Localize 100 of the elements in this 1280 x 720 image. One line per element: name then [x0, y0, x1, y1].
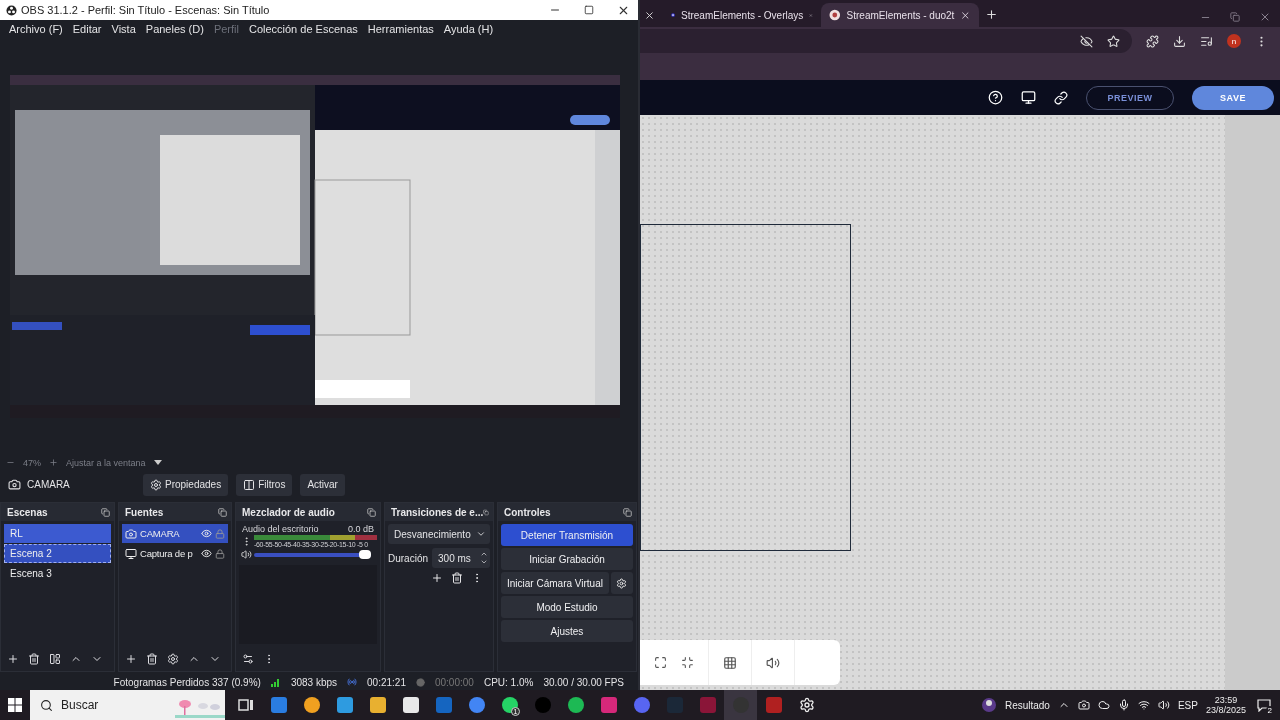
clock[interactable]: 23:59 23/8/2025	[1205, 695, 1246, 715]
undock-icon[interactable]	[622, 507, 632, 517]
app-icon[interactable]	[335, 696, 354, 714]
panel-title: Mezclador de audio	[242, 506, 335, 518]
control-button[interactable]: Detener Transmisión	[501, 524, 633, 546]
source-item[interactable]: Captura de p	[122, 544, 228, 563]
panel-icon[interactable]	[49, 653, 61, 665]
grid-icon[interactable]	[723, 655, 737, 670]
menu-item[interactable]: Archivo (F)	[4, 23, 68, 35]
add-icon[interactable]	[431, 572, 443, 584]
scene-item[interactable]: Escena 2	[4, 544, 111, 563]
panel-title: Fuentes	[125, 506, 164, 518]
camera-icon	[125, 527, 137, 540]
monitor-icon	[125, 547, 137, 560]
control-button[interactable]: Ajustes	[501, 620, 633, 642]
caret-icon[interactable]	[153, 459, 162, 466]
source-label: Captura de p	[140, 548, 194, 559]
app-icon[interactable]	[401, 696, 420, 714]
browser-tab[interactable]: StreamElements - duo2t	[821, 3, 979, 27]
source-label: CAMARA	[140, 528, 181, 539]
undock-icon[interactable]	[101, 507, 110, 517]
chevron-down-icon	[476, 529, 486, 539]
undock-icon[interactable]	[483, 507, 489, 517]
toolbar-button[interactable]: Activar	[300, 473, 345, 496]
toolbar-button[interactable]: Propiedades	[143, 473, 229, 496]
windows-icon[interactable]	[8, 698, 22, 712]
eye-off-icon[interactable]	[1080, 34, 1093, 48]
star-icon[interactable]	[1107, 34, 1120, 48]
close-icon[interactable]	[644, 10, 655, 21]
dropped-frames: Fotogramas Perdidos 337 (0.9%)	[113, 676, 261, 688]
trash-icon[interactable]	[451, 572, 463, 584]
fit-window-option[interactable]: Ajustar a la ventana	[66, 457, 146, 468]
app-icon[interactable]	[500, 696, 519, 714]
fullscreen-icon[interactable]	[654, 656, 667, 669]
scene-item[interactable]: RL	[4, 524, 111, 543]
browser-tab[interactable]: StreamElements - Overlays	[663, 3, 821, 27]
panel-title: Controles	[504, 506, 551, 518]
download-icon[interactable]	[1173, 34, 1186, 48]
source-item[interactable]: CAMARA	[122, 524, 228, 543]
speaker-icon[interactable]	[766, 655, 780, 670]
control-button[interactable]: Iniciar Cámara Virtual	[501, 572, 609, 594]
stream-time: 00:21:21	[367, 676, 406, 688]
volume-slider[interactable]	[254, 552, 371, 557]
camera-icon[interactable]	[1077, 699, 1090, 711]
chevron-down-icon[interactable]	[480, 558, 488, 566]
app-icon[interactable]	[368, 696, 387, 714]
duration-field[interactable]: 300 ms	[432, 548, 490, 568]
help-icon[interactable]	[988, 90, 1003, 105]
eye-icon[interactable]	[201, 528, 212, 539]
add-icon[interactable]	[7, 653, 19, 665]
speaker-icon[interactable]	[1157, 699, 1170, 711]
link-icon[interactable]	[1054, 90, 1068, 105]
control-button[interactable]: Iniciar Grabación	[501, 548, 633, 570]
panel-title: Escenas	[7, 506, 48, 518]
media-icon[interactable]	[1200, 34, 1213, 48]
monitor-icon[interactable]	[1021, 90, 1036, 105]
new-tab-icon[interactable]	[985, 8, 998, 21]
close-icon[interactable]	[960, 9, 971, 21]
search-icon	[40, 698, 53, 712]
search-field[interactable]: Buscar	[30, 690, 225, 720]
window-title: OBS 31.1.2 - Perfil: Sin Título - Escenas: Sin Título	[21, 4, 271, 16]
widget-icon[interactable]	[980, 697, 997, 713]
widget-label[interactable]: Resultado	[1004, 699, 1050, 711]
menu-item[interactable]: Herramientas	[362, 23, 439, 35]
fps-reading: 30.00 / 30.00 FPS	[543, 676, 624, 688]
settings-button[interactable]	[610, 572, 633, 594]
transition-select[interactable]: Desvanecimiento	[388, 524, 490, 544]
menu-item[interactable]: Colección de Escenas	[243, 23, 363, 35]
menu-item[interactable]: Paneles (D)	[140, 23, 209, 35]
notifications-button[interactable]: 2	[1254, 695, 1274, 715]
slider-thumb[interactable]	[359, 549, 371, 559]
save-button[interactable]: SAVE	[1192, 85, 1274, 110]
maximize-icon	[584, 5, 594, 15]
speaker-icon[interactable]	[241, 549, 252, 560]
extensions-icon[interactable]	[1146, 34, 1159, 48]
lock-icon[interactable]	[215, 548, 225, 559]
chevron-up-icon[interactable]	[480, 550, 488, 558]
wifi-icon[interactable]	[1137, 699, 1150, 711]
settings-icon[interactable]	[798, 697, 815, 713]
exit-fullscreen-icon[interactable]	[681, 656, 694, 669]
undock-icon[interactable]	[218, 507, 227, 517]
app-icon[interactable]	[302, 696, 321, 714]
microphone-icon[interactable]	[1117, 699, 1130, 711]
cloud-icon[interactable]	[1097, 699, 1110, 711]
menu-item[interactable]: Ayuda (H)	[438, 23, 499, 35]
control-button[interactable]: Modo Estudio	[501, 596, 633, 618]
toolbar-button[interactable]: Filtros	[236, 473, 293, 496]
zoom-in-icon[interactable]	[49, 458, 58, 467]
undock-icon[interactable]	[367, 507, 376, 517]
add-icon[interactable]	[125, 653, 137, 665]
task-view-icon[interactable]	[237, 697, 254, 713]
eye-icon[interactable]	[201, 548, 212, 559]
menu-item[interactable]: Editar	[67, 23, 107, 35]
profile-avatar[interactable]: n	[1227, 34, 1241, 48]
menu-item[interactable]: Vista	[106, 23, 141, 35]
scene-item[interactable]: Escena 3	[4, 564, 111, 583]
trash-icon[interactable]	[28, 653, 40, 665]
language-indicator[interactable]: ESP	[1177, 699, 1198, 711]
app-icon[interactable]	[566, 696, 585, 714]
trash-icon[interactable]	[146, 653, 158, 665]
